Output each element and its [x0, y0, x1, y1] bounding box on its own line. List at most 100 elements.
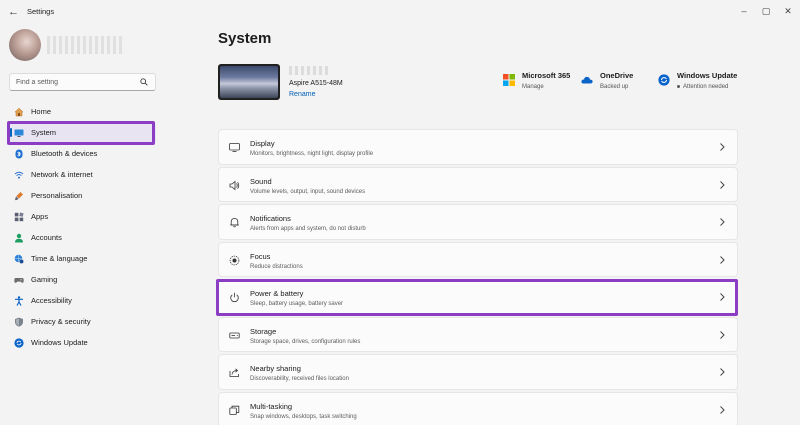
device-model: Aspire A515-48M	[289, 80, 343, 87]
apps-icon	[14, 211, 24, 221]
card-subtitle: Storage space, drives, configuration rul…	[250, 338, 361, 345]
sidebar-item-label: Home	[31, 107, 52, 116]
sidebar-item-accessibility[interactable]: Accessibility	[9, 290, 156, 311]
sidebar-item-bluetooth[interactable]: Bluetooth & devices	[9, 143, 156, 164]
close-button[interactable]: ✕	[781, 4, 795, 18]
card-subtitle: Monitors, brightness, night light, displ…	[250, 151, 374, 157]
card-subtitle: Discoverability, received files location	[250, 376, 349, 382]
sidebar-item-system[interactable]: System	[9, 122, 156, 143]
sidebar-item-label: Accessibility	[31, 296, 72, 305]
quick-link-title: Microsoft 365	[522, 71, 571, 80]
power-icon	[230, 292, 239, 303]
quick-link-onedrive[interactable]: OneDrive Backed up	[581, 71, 633, 90]
status-dot	[677, 84, 680, 88]
search-box[interactable]	[9, 73, 156, 91]
quick-link-title: Windows Update	[677, 71, 738, 80]
sidebar-item-personalisation[interactable]: Personalisation	[9, 185, 156, 206]
card-subtitle: Reduce distractions	[250, 263, 303, 270]
page-title: System	[218, 30, 272, 47]
sidebar-item-time-language[interactable]: Time & language	[9, 248, 156, 269]
focus-icon	[229, 255, 240, 265]
sidebar-item-label: Privacy & security	[31, 317, 91, 326]
sidebar-item-label: Accounts	[31, 233, 62, 242]
sidebar-item-gaming[interactable]: Gaming	[9, 269, 156, 290]
card-nearby-sharing[interactable]: Nearby sharing Discoverability, received…	[218, 354, 738, 390]
display-icon	[14, 129, 24, 137]
accessibility-icon	[15, 295, 23, 306]
sidebar-item-label: Bluetooth & devices	[31, 149, 98, 158]
card-title: Nearby sharing	[250, 364, 301, 373]
sidebar-item-label: System	[31, 128, 57, 137]
sidebar-item-label: Time & language	[31, 254, 88, 263]
maximize-button[interactable]: ▢	[759, 4, 773, 18]
sidebar-item-windows-update[interactable]: Windows Update	[9, 332, 156, 353]
card-focus[interactable]: Focus Reduce distractions	[218, 241, 738, 277]
wifi-icon	[14, 171, 24, 179]
sidebar-item-apps[interactable]: Apps	[9, 206, 156, 227]
rename-link[interactable]: Rename	[289, 91, 315, 98]
sidebar-item-label: Personalisation	[31, 191, 83, 200]
card-subtitle: Sleep, battery usage, battery saver	[250, 301, 344, 307]
card-title: Sound	[250, 176, 272, 186]
search-input[interactable]	[16, 78, 140, 86]
sidebar-item-privacy[interactable]: Privacy & security	[9, 311, 156, 332]
quick-link-title: OneDrive	[600, 71, 634, 80]
sidebar-nav: Home System Bluetooth & devices Network …	[9, 101, 156, 353]
sidebar-item-accounts[interactable]: Accounts	[9, 227, 156, 248]
card-notifications[interactable]: Notifications Alerts from apps and syste…	[218, 204, 738, 240]
minimize-button[interactable]: –	[737, 4, 751, 18]
chevron-right-icon	[720, 405, 725, 414]
user-name-redacted	[47, 36, 125, 54]
app-title: Settings	[27, 7, 55, 16]
card-display[interactable]: Display Monitors, brightness, night ligh…	[218, 129, 738, 165]
monitor-icon	[229, 143, 240, 153]
device-name-redacted	[289, 66, 329, 75]
chevron-right-icon	[720, 180, 725, 189]
brush-icon	[15, 191, 23, 200]
quick-link-subtitle: Manage	[522, 84, 544, 90]
card-title: Focus	[250, 251, 271, 261]
search-icon[interactable]	[140, 78, 148, 86]
avatar[interactable]	[9, 29, 41, 61]
sidebar-item-home[interactable]: Home	[9, 101, 156, 122]
card-title: Display	[250, 139, 275, 148]
update-icon	[658, 74, 670, 86]
chevron-right-icon	[720, 330, 725, 339]
back-button[interactable]: ←	[8, 6, 20, 18]
speaker-icon	[229, 180, 240, 190]
card-title: Storage	[250, 326, 277, 336]
sidebar-item-label: Network & internet	[31, 170, 93, 179]
storage-icon	[229, 332, 240, 338]
multitask-icon	[229, 405, 240, 415]
card-storage[interactable]: Storage Storage space, drives, configura…	[218, 316, 738, 352]
quick-link-subtitle: Attention needed	[677, 84, 737, 90]
person-icon	[15, 233, 23, 242]
chevron-right-icon	[720, 143, 725, 151]
shield-icon	[15, 317, 23, 327]
home-icon	[14, 107, 24, 116]
quick-link-subtitle: Backed up	[600, 84, 629, 90]
gamepad-icon	[14, 277, 24, 283]
card-multitasking[interactable]: Multi-tasking Snap windows, desktops, ta…	[218, 391, 738, 425]
sidebar-item-network[interactable]: Network & internet	[9, 164, 156, 185]
device-thumbnail	[218, 64, 280, 100]
cloud-icon	[581, 76, 593, 84]
chevron-right-icon	[720, 255, 725, 264]
card-sound[interactable]: Sound Volume levels, output, input, soun…	[218, 166, 738, 202]
card-title: Notifications	[250, 214, 291, 223]
bluetooth-icon	[15, 149, 23, 158]
card-title: Multi-tasking	[250, 401, 293, 411]
card-subtitle: Alerts from apps and system, do not dist…	[250, 226, 366, 232]
microsoft-logo-icon	[503, 74, 515, 86]
quick-link-microsoft-365[interactable]: Microsoft 365 Manage	[503, 71, 570, 90]
chevron-right-icon	[720, 218, 725, 226]
bell-icon	[230, 218, 239, 228]
card-power-battery[interactable]: Power & battery Sleep, battery usage, ba…	[218, 279, 738, 315]
card-subtitle: Volume levels, output, input, sound devi…	[250, 188, 366, 195]
sidebar-item-label: Apps	[31, 212, 49, 221]
quick-link-windows-update[interactable]: Windows Update Attention needed	[658, 71, 737, 90]
share-icon	[229, 368, 239, 377]
sidebar-item-label: Windows Update	[31, 338, 88, 347]
chevron-right-icon	[720, 368, 725, 376]
chevron-right-icon	[720, 293, 725, 301]
